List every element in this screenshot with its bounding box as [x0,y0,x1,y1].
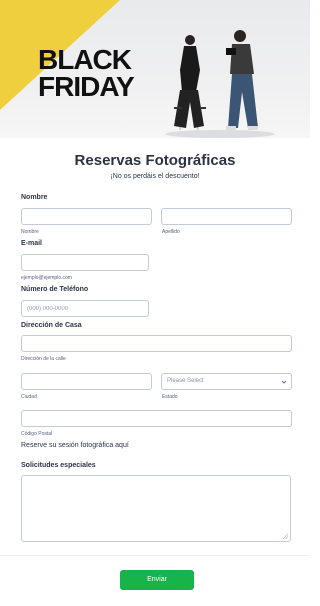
city-input[interactable] [21,373,152,390]
special-requests-textarea[interactable] [21,475,291,542]
phone-label: Número de Teléfono [21,286,89,293]
email-label: E-mail [21,240,43,247]
last-name-sublabel: Apellido [162,229,180,235]
hero-title-line1: BLACK [38,44,132,75]
form-title: Reservas Fotográficas [74,152,236,169]
email-input[interactable] [21,254,149,271]
footer-divider [0,555,310,556]
zip-code-sublabel: Código Postal [21,431,53,437]
street-address-input[interactable] [21,335,292,352]
state-select-placeholder: Please Select [167,378,204,384]
email-sublabel: ejemplo@ejemplo.com [21,275,72,281]
hero-title: BLACK FRIDAY [38,44,178,102]
city-sublabel: Ciudad [21,394,37,400]
state-select[interactable]: Please Select [161,373,292,390]
form-subtitle: ¡No os perdáis el descuento! [110,173,200,180]
special-requests-label: Solicitudes especiales [21,462,96,469]
hero-photo-image [165,30,275,138]
submit-button[interactable]: Enviar [120,570,194,590]
last-name-input[interactable] [161,208,292,225]
state-sublabel: Estado [162,394,178,400]
first-name-input[interactable] [21,208,152,225]
street-address-sublabel: Dirección de la calle [21,356,66,362]
form-header: Reservas Fotográficas ¡No os perdáis el … [0,152,310,180]
hero-banner: BLACK FRIDAY [0,0,310,138]
first-name-sublabel: Nombre [21,229,39,235]
hero-title-line2: FRIDAY [38,71,135,102]
address-label: Dirección de Casa [21,322,82,329]
resize-handle-icon[interactable] [283,534,288,539]
session-text: Reserve su sesión fotográfica aquí [21,442,129,449]
phone-input[interactable] [21,300,149,317]
name-label: Nombre [21,194,48,201]
chevron-down-icon [281,380,287,384]
zip-code-input[interactable] [21,410,292,427]
